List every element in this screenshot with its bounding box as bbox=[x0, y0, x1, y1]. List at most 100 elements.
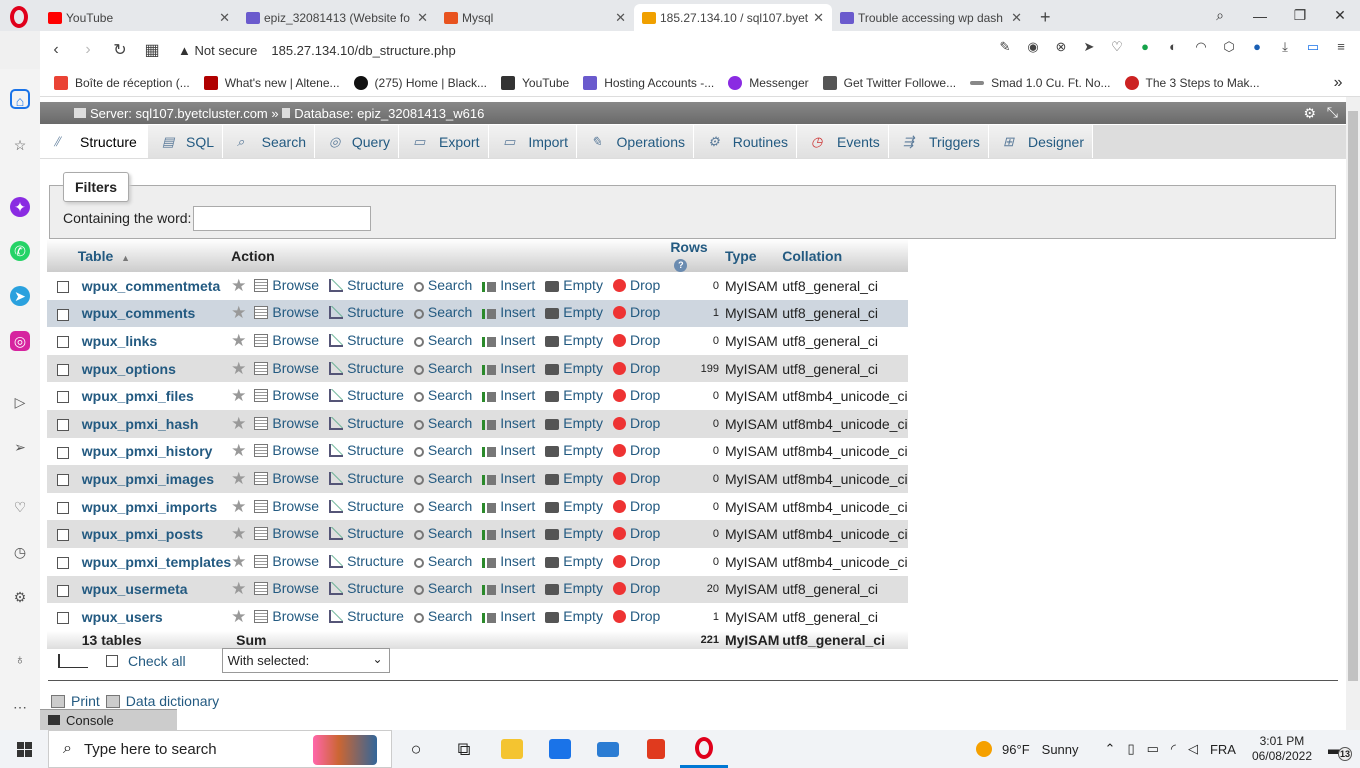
battery-saver-icon[interactable]: ▭ bbox=[1304, 39, 1322, 57]
insert-link[interactable]: Insert bbox=[500, 553, 535, 569]
forward-icon[interactable]: › bbox=[72, 41, 104, 59]
star-icon[interactable]: ★ bbox=[231, 303, 246, 322]
star-icon[interactable]: ★ bbox=[231, 331, 246, 350]
telegram-icon[interactable]: ➤ bbox=[10, 286, 30, 306]
browse-link[interactable]: Browse bbox=[272, 498, 319, 514]
empty-link[interactable]: Empty bbox=[563, 608, 603, 624]
tab-import[interactable]: ▭ Import bbox=[489, 125, 577, 158]
weather-temp[interactable]: 96°F bbox=[1002, 742, 1030, 757]
task-view-icon[interactable]: ⧉ bbox=[440, 730, 488, 768]
drop-link[interactable]: Drop bbox=[630, 553, 660, 569]
check-all[interactable]: Check all bbox=[106, 653, 186, 669]
empty-link[interactable]: Empty bbox=[563, 498, 603, 514]
star-icon[interactable]: ★ bbox=[231, 276, 246, 295]
browse-link[interactable]: Browse bbox=[272, 442, 319, 458]
drop-link[interactable]: Drop bbox=[630, 360, 660, 376]
empty-link[interactable]: Empty bbox=[563, 332, 603, 348]
bookmark-black[interactable]: (275) Home | Black... bbox=[353, 75, 487, 90]
search-link[interactable]: Search bbox=[428, 498, 472, 514]
bookmark-messenger[interactable]: Messenger bbox=[728, 75, 809, 90]
tab-export[interactable]: ▭ Export bbox=[399, 125, 489, 158]
heart-icon[interactable]: ♡ bbox=[1108, 39, 1126, 57]
bookmarks-more-button[interactable]: » bbox=[1334, 74, 1343, 92]
gear-icon[interactable]: ⚙ bbox=[1303, 105, 1316, 122]
tab-structure[interactable]: ⫽ Structure bbox=[40, 125, 148, 158]
restore-icon[interactable]: ❐ bbox=[1280, 7, 1320, 24]
structure-link[interactable]: Structure bbox=[347, 387, 404, 403]
bookmark-youtube[interactable]: YouTube bbox=[501, 75, 569, 90]
data-dictionary-link[interactable]: Data dictionary bbox=[126, 693, 219, 709]
minimize-icon[interactable]: — bbox=[1240, 8, 1280, 24]
console-bar[interactable]: Console bbox=[40, 709, 177, 730]
taskbar-search[interactable]: ⌕ Type here to search bbox=[48, 730, 392, 768]
table-name-link[interactable]: wpux_comments bbox=[77, 299, 232, 328]
cube-icon[interactable]: ⬡ bbox=[1220, 39, 1238, 57]
grammarly-icon[interactable]: ● bbox=[1136, 39, 1154, 57]
browse-link[interactable]: Browse bbox=[272, 387, 319, 403]
star-icon[interactable]: ★ bbox=[231, 414, 246, 433]
insert-link[interactable]: Insert bbox=[500, 498, 535, 514]
close-window-icon[interactable]: ✕ bbox=[1320, 7, 1360, 24]
empty-link[interactable]: Empty bbox=[563, 304, 603, 320]
search-link[interactable]: Search bbox=[428, 387, 472, 403]
camera-icon[interactable]: ◉ bbox=[1024, 39, 1042, 57]
browse-link[interactable]: Browse bbox=[272, 415, 319, 431]
settings-icon[interactable]: ⚙ bbox=[10, 587, 30, 607]
bookmark-altene[interactable]: What's new | Altene... bbox=[203, 75, 340, 90]
search-link[interactable]: Search bbox=[428, 608, 472, 624]
table-row[interactable]: wpux_pmxi_posts ★ Browse Structure Search Ins… bbox=[47, 520, 908, 548]
scrollbar-thumb[interactable] bbox=[1348, 111, 1358, 681]
insert-link[interactable]: Insert bbox=[500, 360, 535, 376]
empty-link[interactable]: Empty bbox=[563, 360, 603, 376]
battery-icon[interactable]: ▭ bbox=[1147, 741, 1159, 757]
browse-link[interactable]: Browse bbox=[272, 304, 319, 320]
insert-link[interactable]: Insert bbox=[500, 525, 535, 541]
star-icon[interactable]: ★ bbox=[231, 441, 246, 460]
col-table[interactable]: Table ▲ bbox=[77, 239, 232, 272]
search-link[interactable]: Search bbox=[428, 304, 472, 320]
download-icon[interactable]: ⤓ bbox=[1276, 39, 1294, 57]
close-tab-icon[interactable]: ✕ bbox=[813, 10, 824, 26]
tab-grid-icon[interactable]: ▦ bbox=[136, 40, 168, 60]
tab-query[interactable]: ◎ Query bbox=[315, 125, 399, 158]
empty-link[interactable]: Empty bbox=[563, 442, 603, 458]
extension-icon[interactable]: ◐ bbox=[1164, 39, 1182, 57]
chevron-up-icon[interactable]: ⌃ bbox=[1105, 741, 1116, 757]
search-link[interactable]: Search bbox=[428, 580, 472, 596]
empty-link[interactable]: Empty bbox=[563, 277, 603, 293]
tab-sql[interactable]: ▤ SQL bbox=[148, 125, 223, 158]
bookmark-hosting[interactable]: Hosting Accounts -... bbox=[583, 75, 714, 90]
row-checkbox[interactable] bbox=[57, 612, 69, 625]
help-icon[interactable]: ? bbox=[674, 259, 688, 272]
table-name-link[interactable]: wpux_options bbox=[77, 354, 232, 383]
row-checkbox[interactable] bbox=[57, 419, 69, 432]
windows-start-icon[interactable] bbox=[0, 730, 48, 768]
table-row[interactable]: wpux_pmxi_templates ★ Browse Structure Searc… bbox=[47, 547, 908, 576]
close-tab-icon[interactable]: ✕ bbox=[219, 10, 230, 26]
opera-taskbar-icon[interactable] bbox=[680, 730, 728, 768]
empty-link[interactable]: Empty bbox=[563, 525, 603, 541]
with-selected-select[interactable]: With selected: ⌄ bbox=[221, 648, 390, 673]
search-link[interactable]: Search bbox=[428, 360, 472, 376]
browse-link[interactable]: Browse bbox=[272, 525, 319, 541]
table-row[interactable]: wpux_options ★ Browse Structure Search Insert… bbox=[47, 354, 908, 383]
insert-link[interactable]: Insert bbox=[500, 580, 535, 596]
url-field[interactable]: 185.27.134.10/db_structure.php bbox=[271, 43, 455, 58]
office-icon[interactable] bbox=[632, 730, 680, 768]
browse-link[interactable]: Browse bbox=[272, 580, 319, 596]
tab-designer[interactable]: ⊞ Designer bbox=[989, 125, 1093, 158]
tab-epiz[interactable]: epiz_32081413 (Website fo ✕ bbox=[238, 4, 436, 31]
tab-routines[interactable]: ⚙ Routines bbox=[694, 125, 797, 158]
insert-link[interactable]: Insert bbox=[500, 470, 535, 486]
structure-link[interactable]: Structure bbox=[347, 304, 404, 320]
table-row[interactable]: wpux_commentmeta ★ Browse Structure Search In… bbox=[47, 272, 908, 300]
table-row[interactable]: wpux_links ★ Browse Structure Search Insert Em… bbox=[47, 327, 908, 355]
tab-search[interactable]: ⌕ Search bbox=[223, 125, 315, 158]
insert-link[interactable]: Insert bbox=[500, 442, 535, 458]
star-icon[interactable]: ★ bbox=[231, 579, 246, 598]
empty-link[interactable]: Empty bbox=[563, 415, 603, 431]
table-row[interactable]: wpux_usermeta ★ Browse Structure Search Inser… bbox=[47, 575, 908, 604]
speed-dial-icon[interactable]: ☆ bbox=[10, 135, 30, 155]
vpn-icon[interactable]: ◠ bbox=[1192, 39, 1210, 57]
table-name-link[interactable]: wpux_pmxi_images bbox=[77, 465, 232, 493]
